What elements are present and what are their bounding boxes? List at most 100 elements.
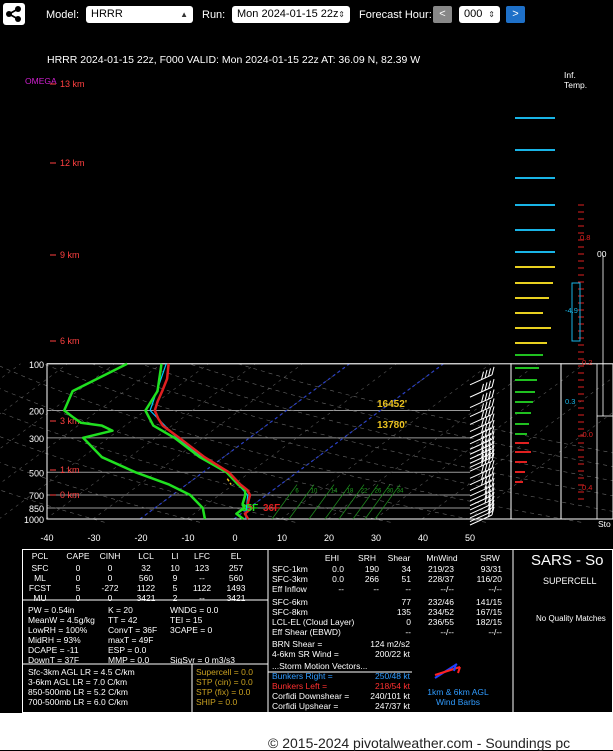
kinematics-cell: 77 (402, 597, 411, 607)
mixing-ratio-label: 22 (361, 489, 368, 495)
lapse-rate: 850-500mb LR = 5.2 C/km (28, 687, 128, 697)
sr-wind-label: 4-6km SR Wind = (272, 649, 339, 659)
thermo-param: LowRH = 100% (28, 625, 87, 635)
kinematics-cell: --/-- (440, 627, 454, 637)
mixing-ratio-label: 6 (295, 489, 299, 495)
inf-temp-value: -0.0 (580, 430, 593, 439)
kinematics-cell: 0 (406, 617, 411, 627)
chevron-updown-icon: ▲ (180, 6, 188, 23)
kinematics-cell: 167/15 (476, 607, 502, 617)
kinematics-cell: 190 (365, 564, 379, 574)
kinematics-cell: -- (373, 584, 379, 594)
partial-label-bottom: Sto (598, 519, 611, 529)
annotation-lower: 13780' (377, 420, 407, 431)
wind-barb-flag (492, 390, 494, 398)
params-cell: 1493 (227, 583, 246, 593)
params-header: EL (231, 551, 241, 561)
storm-vector-label: Corfidi Upshear = (272, 701, 338, 711)
kinematics-cell: 219/23 (428, 564, 454, 574)
run-select[interactable]: Mon 2024-01-15 22z ⇕ (232, 6, 350, 23)
composite-param: SHIP = 0.0 (196, 697, 237, 707)
lapse-rate: 3-6km AGL LR = 7.0 C/km (28, 677, 127, 687)
kinematics-header: SRW (480, 553, 500, 563)
model-select-value: HRRR (91, 8, 123, 20)
pressure-label: 100 (29, 360, 44, 370)
pressure-label: 200 (29, 407, 44, 417)
inf-temp-value: 0.2 (582, 358, 592, 367)
dewpoint-profile-line (145, 364, 245, 519)
params-cell: 560 (229, 573, 243, 583)
params-cell: MU (33, 593, 46, 603)
kinematics-row-label: LCL-EL (Cloud Layer) (272, 617, 354, 627)
kinematics-cell: 228/37 (428, 574, 454, 584)
composite-param: Supercell = 0.0 (196, 667, 253, 677)
params-cell: ML (34, 573, 46, 583)
thermo-param: MidRH = 93% (28, 635, 81, 645)
params-cell: 0 (76, 573, 81, 583)
mixing-ratio-label: 14 (331, 489, 338, 495)
inf-temp-value: -4.9 (565, 306, 578, 315)
chevron-updown-icon: ⇕ (488, 6, 495, 23)
footer: © 2015-2024 pivotalweather.com - Soundin… (0, 713, 613, 750)
sounding-header: HRRR 2024-01-15 22z, F000 VALID: Mon 202… (47, 54, 420, 66)
run-label: Run: (202, 9, 225, 21)
surface-temp-label: 36F (263, 503, 280, 514)
skewt-frame (47, 364, 511, 519)
skewt-svg: HRRR 2024-01-15 22z, F000 VALID: Mon 202… (0, 30, 613, 550)
kinematics-row-label: SFC-1km (272, 564, 308, 574)
temp-tick-label: -40 (40, 533, 53, 543)
params-cell: 5 (173, 583, 178, 593)
params-header: CAPE (66, 551, 89, 561)
run-select-value: Mon 2024-01-15 22z (237, 8, 339, 20)
height-label: 13 km (60, 79, 85, 89)
params-cell: 0 (108, 593, 113, 603)
isotherm-line (328, 364, 538, 519)
model-select[interactable]: HRRR ▲ (86, 6, 193, 23)
barbs-caption: 1km & 6km AGL Wind Barbs (427, 687, 488, 707)
isotherm-line (375, 364, 585, 519)
params-cell: FCST (29, 583, 51, 593)
storm-vector-label: Bunkers Right = (272, 671, 333, 681)
temp-tick-label: 20 (324, 533, 334, 543)
kinematics-cell: 232/46 (428, 597, 454, 607)
params-cell: 2 (173, 593, 178, 603)
kinematics-cell: 34 (402, 564, 411, 574)
kinematics-cell: 236/55 (428, 617, 454, 627)
sars-no-matches: No Quality Matches (536, 614, 606, 623)
forecast-hour-select[interactable]: 000 ⇕ (459, 6, 500, 23)
sars-title: SARS - So (531, 552, 604, 569)
dry-adiabat (189, 364, 613, 523)
thermo-param: ESP = 0.0 (108, 645, 146, 655)
height-label: 6 km (60, 336, 80, 346)
params-cell: -- (199, 593, 205, 603)
kinematics-cell: -- (405, 584, 411, 594)
next-hour-button[interactable]: > (506, 6, 525, 23)
share-button[interactable] (3, 3, 25, 25)
height-label: 9 km (60, 250, 80, 260)
inf-temp-label: Inf.Temp. (564, 70, 587, 90)
storm-vector-label: Corfidi Downshear = (272, 691, 349, 701)
inf-temp-value: 0.8 (580, 233, 590, 242)
params-cell: 3421 (137, 593, 156, 603)
lapse-rate: 700-500mb LR = 6.0 C/km (28, 697, 128, 707)
storm-vector-label: Bunkers Left = (272, 681, 327, 691)
kinematics-cell: --/-- (440, 584, 454, 594)
kinematics-cell: 93/31 (481, 564, 502, 574)
sr-wind-value: 200/22 kt (375, 649, 410, 659)
temp-tick-label: -20 (134, 533, 147, 543)
isotherm-line (234, 364, 444, 519)
wind-barb-flag (492, 367, 494, 375)
kinematics-cell: 0.0 (332, 574, 344, 584)
params-cell: -272 (101, 583, 118, 593)
brn-shear-label: BRN Shear = (272, 639, 322, 649)
height-label: 0 km (60, 490, 80, 500)
thermo-param: PW = 0.54in (28, 605, 75, 615)
inf-temp-value: 0.3 (565, 397, 575, 406)
wind-barb-flag (492, 406, 494, 414)
temp-tick-label: 10 (277, 533, 287, 543)
kinematics-row-label: SFC-6km (272, 597, 308, 607)
prev-hour-button[interactable]: < (433, 6, 452, 23)
temp-tick-label: 40 (418, 533, 428, 543)
storm-vector-value: 218/54 kt (375, 681, 410, 691)
height-label: 12 km (60, 158, 85, 168)
